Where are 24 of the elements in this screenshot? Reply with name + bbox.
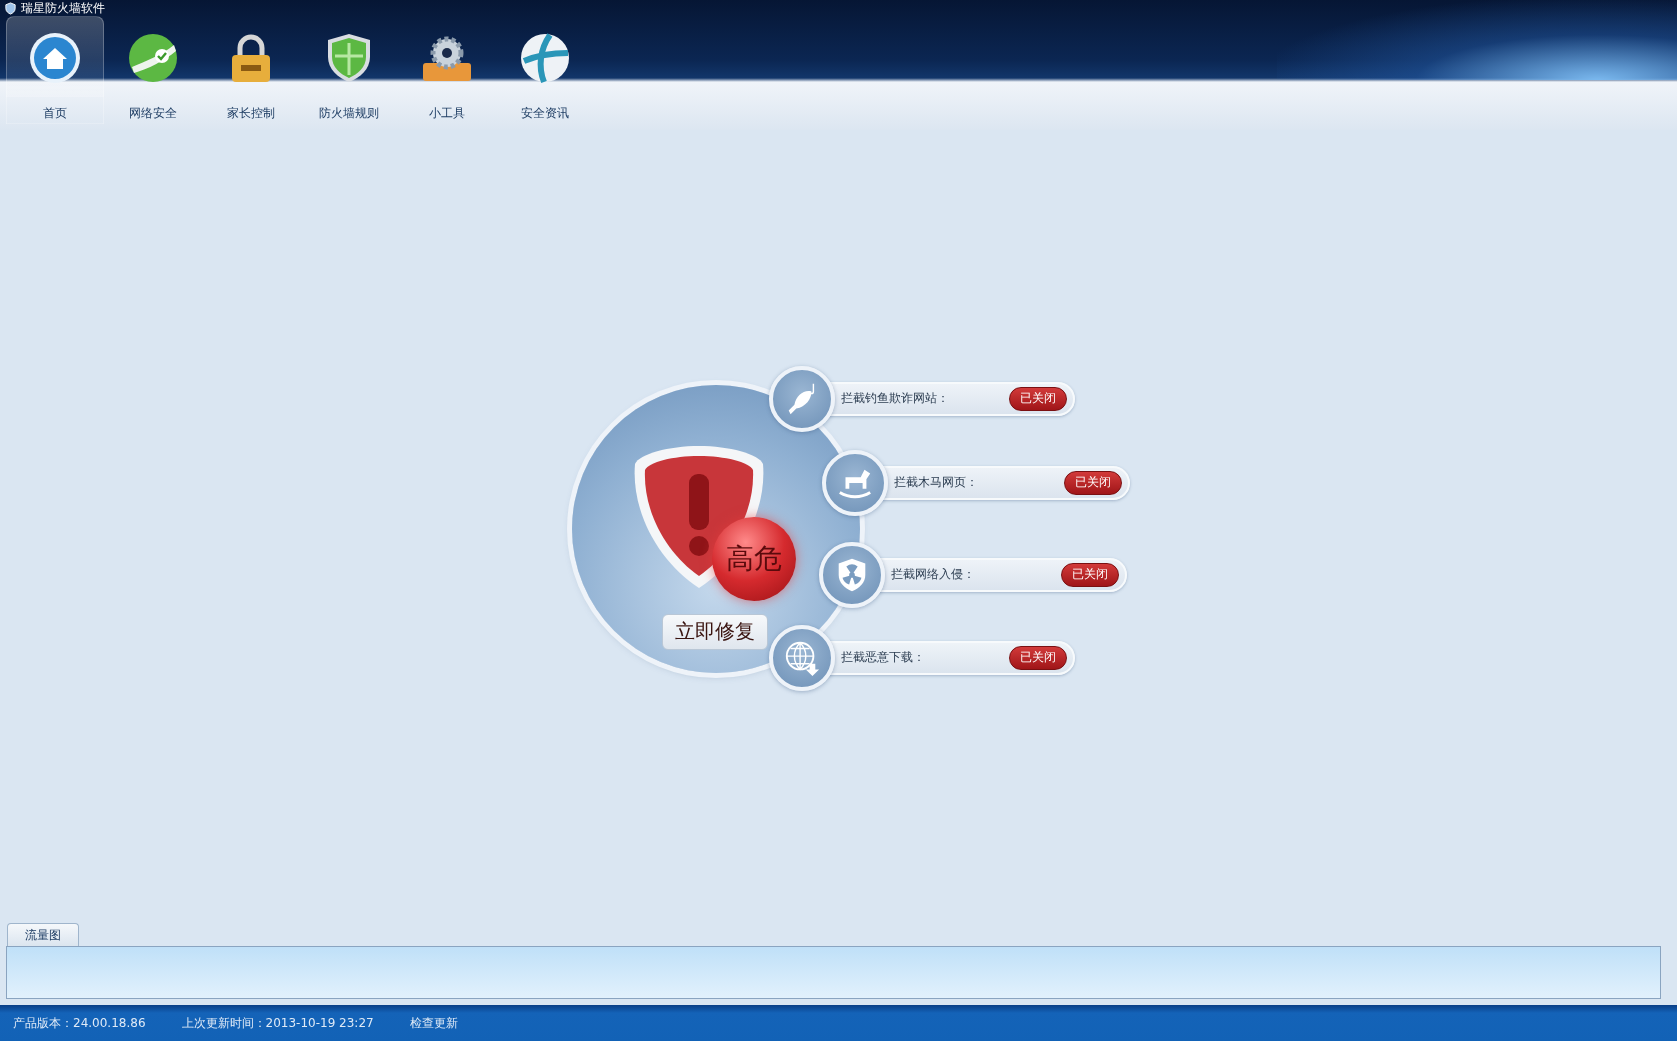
traffic-tab[interactable]: 流量图	[7, 923, 79, 946]
protection-label: 拦截钓鱼欺诈网站：	[840, 390, 949, 407]
nav-tab[interactable]: 小工具	[398, 16, 496, 124]
status-toggle[interactable]: 已关闭	[1060, 562, 1119, 587]
nav-tab[interactable]: 网络安全	[104, 16, 202, 124]
check-update-link[interactable]: 检查更新	[409, 1014, 458, 1032]
home-icon	[28, 31, 82, 85]
nav-tab[interactable]: 防火墙规则	[300, 16, 398, 124]
protection-label: 拦截恶意下载：	[840, 649, 925, 666]
status-toggle[interactable]: 已关闭	[1008, 645, 1067, 670]
window-title: 瑞星防火墙软件	[21, 0, 105, 17]
protection-label: 拦截木马网页：	[893, 474, 978, 491]
fix-now-button[interactable]: 立即修复	[661, 613, 768, 650]
version-text: 产品版本：24.00.18.86	[13, 1014, 146, 1032]
nav-tab[interactable]: 首页	[6, 16, 104, 124]
nav-tab[interactable]: 安全资讯	[496, 16, 594, 124]
globe-icon	[518, 31, 572, 85]
last-update-text: 上次更新时间：2013-10-19 23:27	[181, 1014, 374, 1032]
status-toggle[interactable]: 已关闭	[1063, 470, 1122, 495]
status-toggle[interactable]: 已关闭	[1008, 386, 1067, 411]
globe-check-icon	[126, 31, 180, 85]
nav-tab[interactable]: 家长控制	[202, 16, 300, 124]
protection-label: 拦截网络入侵：	[890, 566, 975, 583]
app-logo-icon	[4, 1, 17, 15]
